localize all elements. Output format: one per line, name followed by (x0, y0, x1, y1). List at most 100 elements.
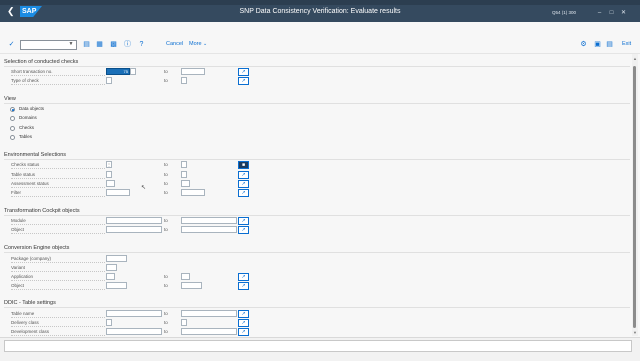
to-label: to (164, 283, 168, 288)
application-to-field[interactable] (181, 273, 190, 280)
multiple-selection-icon[interactable]: ↗ (238, 226, 249, 234)
checks-status-to-field[interactable] (181, 161, 187, 168)
multiple-selection-icon[interactable]: ↗ (238, 189, 249, 197)
more-button[interactable]: More (189, 41, 202, 48)
delivery-class-to-field[interactable] (181, 319, 187, 326)
multiple-selection-icon[interactable]: ↗ (238, 217, 249, 225)
info-icon[interactable]: ⓘ (124, 41, 131, 48)
development-class-to-field[interactable] (181, 328, 237, 335)
object-label: Object (11, 227, 105, 234)
radio-data-objects[interactable] (10, 107, 15, 112)
to-label: to (164, 227, 168, 232)
filter-to-field[interactable] (181, 189, 205, 196)
object-to-field[interactable] (181, 226, 237, 233)
checks-status-from-field[interactable]: ⋮ (106, 161, 112, 168)
module-from-field[interactable] (106, 217, 162, 224)
to-label: to (164, 78, 168, 83)
checkmark-icon[interactable]: ✓ (8, 41, 15, 48)
multiple-selection-active-icon[interactable]: ■ (238, 161, 249, 169)
help-icon[interactable]: ? (138, 41, 145, 48)
application-label: Application (11, 274, 105, 281)
window-icon[interactable]: ▣ (594, 41, 601, 48)
module-to-field[interactable] (181, 217, 237, 224)
to-label: to (164, 311, 168, 316)
table-name-label: Table name (11, 311, 105, 318)
to-label: to (164, 274, 168, 279)
shell-bar-top (0, 0, 640, 5)
mouse-cursor-icon: ↖ (141, 185, 147, 191)
variant-label: Variant (11, 265, 105, 272)
settings-icon[interactable]: ⚙ (580, 41, 587, 48)
section-divider (4, 103, 630, 104)
to-label: to (164, 218, 168, 223)
delivery-class-label: Delivery class (11, 320, 105, 327)
short-transaction-from-field[interactable]: 75 (106, 68, 130, 75)
multiple-selection-icon[interactable]: ↗ (238, 180, 249, 188)
conversion-object-from-field[interactable] (106, 282, 127, 289)
variant-icon[interactable]: ▦ (96, 41, 103, 48)
short-transaction-label: Short transaction no. (11, 69, 105, 76)
type-of-check-from-field[interactable] (106, 77, 112, 84)
short-transaction-to-field[interactable] (181, 68, 205, 75)
multiple-selection-icon[interactable]: ↗ (238, 319, 249, 327)
multiple-selection-icon[interactable]: ↗ (238, 171, 249, 179)
radio-checks[interactable] (10, 126, 15, 131)
print-icon[interactable]: ▤ (606, 41, 613, 48)
section-divider (4, 66, 630, 67)
section-title-conversion: Conversion Engine objects (4, 245, 70, 251)
delivery-class-from-field[interactable] (106, 319, 112, 326)
table-status-from-field[interactable] (106, 171, 112, 178)
multiple-selection-icon[interactable]: ↗ (238, 282, 249, 290)
package-label: Package (company) (11, 256, 105, 263)
section-title-conducted-checks: Selection of conducted checks (4, 59, 79, 65)
assessment-status-from-field[interactable] (106, 180, 115, 187)
multiple-selection-icon[interactable]: ↗ (238, 273, 249, 281)
radio-tables[interactable] (10, 135, 15, 140)
multiple-selection-icon[interactable]: ↗ (238, 328, 249, 336)
table-status-label: Table status (11, 172, 105, 179)
save-variant-icon[interactable]: ▤ (83, 41, 90, 48)
cancel-button[interactable]: Cancel (166, 41, 183, 48)
to-label: to (164, 320, 168, 325)
status-bar (4, 340, 632, 352)
minimize-icon[interactable]: – (596, 10, 603, 16)
package-field[interactable] (106, 255, 127, 262)
table-name-to-field[interactable] (181, 310, 237, 317)
conversion-object-to-field[interactable] (181, 282, 202, 289)
table-name-from-field[interactable] (106, 310, 162, 317)
type-of-check-to-field[interactable] (181, 77, 187, 84)
checks-status-label: Checks status (11, 162, 105, 169)
application-from-field[interactable] (106, 273, 115, 280)
chevron-down-icon[interactable]: ▼ (67, 40, 75, 48)
module-label: Module (11, 218, 105, 225)
value-help-button[interactable] (130, 68, 136, 75)
scroll-down-icon[interactable]: ▼ (632, 330, 638, 336)
radio-label-tables: Tables (19, 134, 33, 139)
radio-label-data-objects: Data objects (19, 106, 45, 111)
more-chevron-icon[interactable]: ⌄ (203, 41, 207, 48)
radio-label-domains: Domains (19, 115, 37, 120)
variant-field[interactable] (106, 264, 117, 271)
radio-domains[interactable] (10, 116, 15, 121)
assessment-status-to-field[interactable] (181, 180, 190, 187)
selection-screen: Selection of conducted checks Short tran… (0, 54, 630, 336)
object-from-field[interactable] (106, 226, 162, 233)
multiple-selection-icon[interactable]: ↗ (238, 77, 249, 85)
section-divider (4, 215, 630, 216)
development-class-from-field[interactable] (106, 328, 162, 335)
table-status-to-field[interactable] (181, 171, 187, 178)
multiple-selection-icon[interactable]: ↗ (238, 68, 249, 76)
maximize-icon[interactable]: □ (608, 10, 615, 16)
exit-button[interactable]: Exit (622, 41, 631, 48)
section-title-cockpit: Transformation Cockpit objects (4, 208, 80, 214)
scroll-up-icon[interactable]: ▲ (632, 56, 638, 62)
to-label: to (164, 181, 168, 186)
get-variant-icon[interactable]: ▩ (110, 41, 117, 48)
to-label: to (164, 190, 168, 195)
system-info: Q54 (1) 300 (552, 10, 577, 15)
close-icon[interactable]: ✕ (620, 10, 627, 16)
filter-from-field[interactable] (106, 189, 130, 196)
multiple-selection-icon[interactable]: ↗ (238, 310, 249, 318)
scrollbar-thumb[interactable] (633, 66, 636, 328)
development-class-label: Development class (11, 329, 105, 336)
